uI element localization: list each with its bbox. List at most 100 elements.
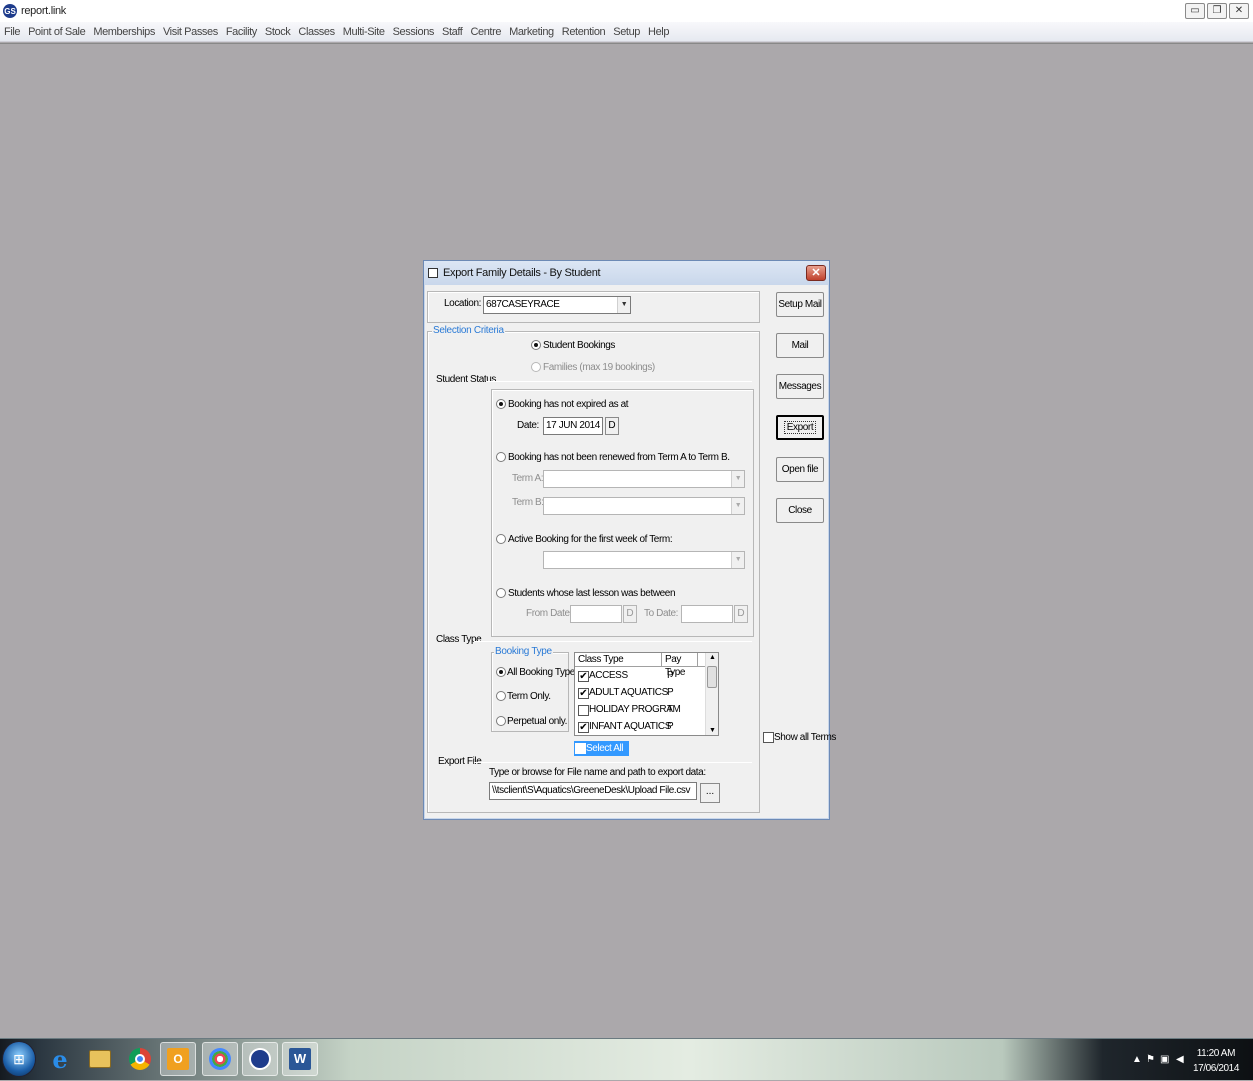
browse-button[interactable]: ... [700, 783, 720, 803]
chevron-down-icon: ▼ [731, 471, 744, 487]
list-scrollbar[interactable]: ▲ ▼ [705, 653, 718, 735]
term-only-radio[interactable] [496, 691, 506, 701]
dialog-close-button[interactable]: ✕ [806, 265, 826, 281]
term-b-select[interactable]: ▼ [543, 497, 745, 515]
menu-sessions[interactable]: Sessions [389, 26, 438, 38]
scroll-up-icon[interactable]: ▲ [706, 654, 719, 661]
date-input[interactable]: 17 JUN 2014 [543, 417, 603, 435]
menu-file[interactable]: File [0, 26, 24, 38]
pay-type-value: P [667, 687, 674, 698]
chrome-icon[interactable] [122, 1042, 158, 1076]
show-all-terms-checkbox[interactable] [763, 732, 774, 743]
list-item[interactable]: ✔ ADULT AQUATICS P [575, 685, 706, 702]
export-button[interactable]: Export [776, 415, 824, 440]
select-all-label: Select All [586, 743, 624, 754]
to-date-label: To Date: [644, 608, 679, 619]
perpetual-only-label: Perpetual only. [507, 716, 567, 727]
not-renewed-radio[interactable] [496, 452, 506, 462]
class-type-label: Class Type [436, 634, 482, 645]
menu-staff[interactable]: Staff [438, 26, 466, 38]
student-bookings-radio[interactable] [531, 340, 541, 350]
menu-setup[interactable]: Setup [609, 26, 644, 38]
close-dialog-button[interactable]: Close [776, 498, 824, 523]
flag-icon[interactable]: ⚑ [1146, 1054, 1155, 1065]
class-type-name: ADULT AQUATICS [589, 687, 668, 698]
list-item[interactable]: ✔ ACCESS P [575, 668, 706, 685]
setup-mail-button[interactable]: Setup Mail [776, 292, 824, 317]
chevron-down-icon: ▼ [731, 552, 744, 568]
from-date-picker-button[interactable]: D [623, 605, 637, 623]
menu-point-of-sale[interactable]: Point of Sale [24, 26, 89, 38]
booking-type-legend: Booking Type [494, 646, 553, 657]
dialog-titlebar[interactable]: Export Family Details - By Student ✕ [424, 261, 829, 285]
pay-type-column-header[interactable]: Pay Type [662, 653, 698, 678]
chevron-down-icon: ▼ [731, 498, 744, 514]
export-hint-label: Type or browse for File name and path to… [489, 767, 706, 778]
messages-button[interactable]: Messages [776, 374, 824, 399]
volume-icon[interactable]: ◀ [1176, 1054, 1184, 1065]
from-date-input[interactable] [570, 605, 622, 623]
term-a-select[interactable]: ▼ [543, 470, 745, 488]
report-link-icon[interactable] [242, 1042, 278, 1076]
word-icon[interactable]: W [282, 1042, 318, 1076]
to-date-input[interactable] [681, 605, 733, 623]
paint-icon[interactable] [202, 1042, 238, 1076]
network-icon[interactable]: ▣ [1160, 1054, 1169, 1065]
open-file-button[interactable]: Open file [776, 457, 824, 482]
app-logo-icon: GS [3, 4, 17, 18]
all-booking-types-radio[interactable] [496, 667, 506, 677]
menu-centre[interactable]: Centre [466, 26, 505, 38]
active-first-week-radio[interactable] [496, 534, 506, 544]
menu-visit-passes[interactable]: Visit Passes [159, 26, 222, 38]
menu-help[interactable]: Help [644, 26, 673, 38]
restore-button[interactable]: ❐ [1207, 3, 1227, 19]
menu-multi-site[interactable]: Multi-Site [339, 26, 389, 38]
show-hidden-icons-icon[interactable]: ▲ [1132, 1054, 1142, 1065]
pay-type-value: P [667, 721, 674, 732]
date-picker-button[interactable]: D [605, 417, 619, 435]
close-button[interactable]: ✕ [1229, 3, 1249, 19]
class-type-list[interactable]: Class Type Pay Type ✔ ACCESS P ✔ ADULT A… [574, 652, 719, 736]
minimize-button[interactable]: ▭ [1185, 3, 1205, 19]
class-type-checkbox[interactable] [578, 705, 589, 716]
class-type-checkbox[interactable]: ✔ [578, 722, 589, 733]
window-controls: ▭ ❐ ✕ [1185, 3, 1249, 19]
class-type-checkbox[interactable]: ✔ [578, 688, 589, 699]
mail-button[interactable]: Mail [776, 333, 824, 358]
not-expired-radio[interactable] [496, 399, 506, 409]
list-item[interactable]: HOLIDAY PROGRAM T [575, 702, 706, 719]
menu-memberships[interactable]: Memberships [89, 26, 159, 38]
dialog-title: Export Family Details - By Student [443, 267, 601, 279]
last-lesson-radio[interactable] [496, 588, 506, 598]
location-select[interactable]: 687CASEYRACE ▼ [483, 296, 631, 314]
menu-classes[interactable]: Classes [294, 26, 338, 38]
scroll-down-icon[interactable]: ▼ [706, 727, 719, 734]
show-all-terms-label: Show all Terms [774, 732, 837, 743]
perpetual-only-radio[interactable] [496, 716, 506, 726]
menu-retention[interactable]: Retention [558, 26, 610, 38]
export-path-input[interactable]: \\tsclient\S\Aquatics\GreeneDesk\Upload … [489, 782, 697, 800]
taskbar: ⊞ e O W ▲ ⚑ ▣ ◀ 11:20 AM 17/06/2014 [0, 1038, 1253, 1080]
select-all-checkbox[interactable]: Select All [574, 741, 629, 756]
menu-facility[interactable]: Facility [222, 26, 261, 38]
pay-type-value: T [667, 704, 674, 715]
menu-stock[interactable]: Stock [261, 26, 295, 38]
system-tray: ▲ ⚑ ▣ ◀ 11:20 AM 17/06/2014 [1098, 1039, 1253, 1081]
file-explorer-icon[interactable] [82, 1042, 118, 1076]
clock-time[interactable]: 11:20 AM [1197, 1048, 1236, 1059]
clock-date[interactable]: 17/06/2014 [1193, 1063, 1239, 1074]
outlook-icon[interactable]: O [160, 1042, 196, 1076]
start-button[interactable]: ⊞ [2, 1041, 36, 1077]
internet-explorer-icon[interactable]: e [42, 1042, 78, 1076]
first-week-term-select[interactable]: ▼ [543, 551, 745, 569]
pay-type-value: P [667, 670, 674, 681]
menu-marketing[interactable]: Marketing [505, 26, 558, 38]
scroll-thumb[interactable] [707, 666, 717, 688]
select-all-box[interactable] [575, 743, 586, 754]
to-date-picker-button[interactable]: D [734, 605, 748, 623]
families-radio[interactable] [531, 362, 541, 372]
class-type-checkbox[interactable]: ✔ [578, 671, 589, 682]
list-item[interactable]: ✔ INFANT AQUATICS P [575, 719, 706, 736]
not-expired-label: Booking has not expired as at [508, 399, 629, 410]
class-type-column-header[interactable]: Class Type [575, 653, 662, 666]
